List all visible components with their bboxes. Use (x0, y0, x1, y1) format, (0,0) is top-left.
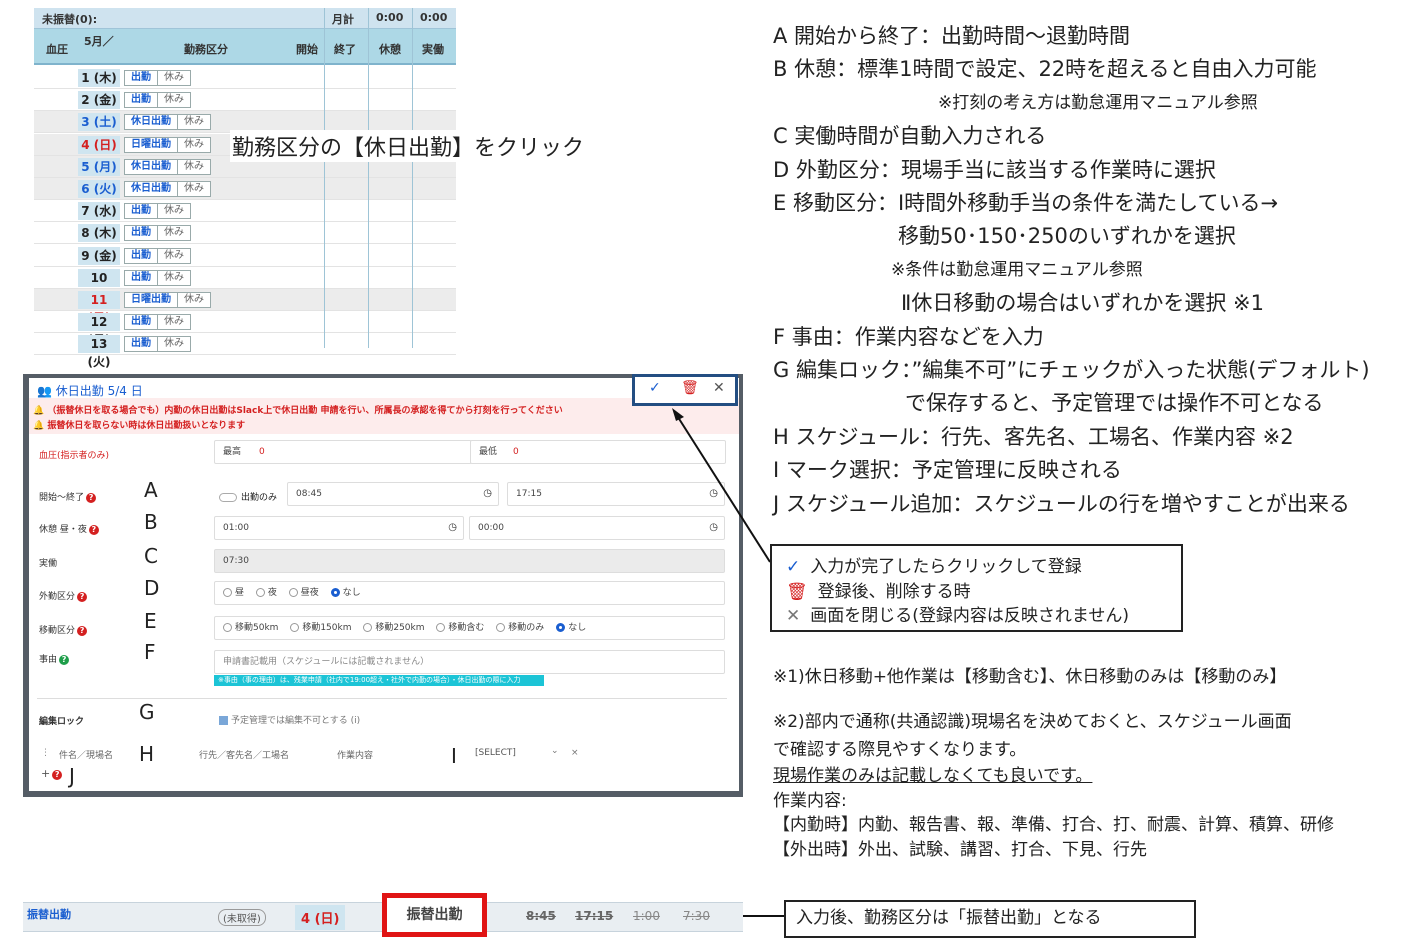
legend-check: ✓ 入力が完了したらクリックして登録 (786, 557, 1082, 577)
bottom-end: 17:15 (575, 909, 614, 923)
bottom-date: 4 (日) (295, 905, 346, 930)
explain-g: G 編集ロック：”編集不可”にチェックが入った状態(デフォルト) (773, 358, 1370, 383)
unobtained-badge: (未取得) (218, 909, 266, 926)
note-2c: 現場作業のみは記載しなくても良いです。 (773, 766, 1093, 786)
bottom-actual: 7:30 (683, 909, 710, 923)
explain-g-2: で保存すると、予定管理では操作不可となる (905, 391, 1324, 416)
explain-b-note: ※打刻の考え方は勤怠運用マニュアル参照 (938, 92, 1258, 113)
explain-e-2: 移動50･150･250のいずれかを選択 (898, 224, 1236, 249)
explain-j: J スケジュール追加：スケジュールの行を増やすことが出来る (773, 491, 1350, 516)
note-2a: ※2)部内で通称(共通認識)現場名を決めておくと、スケジュール画面 (773, 712, 1292, 732)
explain-i: I マーク選択：予定管理に反映される (773, 458, 1122, 483)
work-in: 【内勤時】内勤、報告書、報、準備、打合、打、耐震、計算、積算、研修 (773, 815, 1334, 835)
furikae-label: 振替出勤 (27, 908, 71, 921)
icon-legend: ✓ 入力が完了したらクリックして登録 🗑 登録後、削除する時 ✕ 画面を閉じる(登録内… (770, 544, 1183, 632)
explanation-text: A 開始から終了：出勤時間～退勤時間 B 休憩：標準1時間で設定、22時を超える… (773, 20, 1413, 521)
explain-f: F 事由：作業内容などを入力 (773, 324, 1044, 349)
legend-close: ✕ 画面を閉じる(登録内容は反映されません) (786, 606, 1130, 626)
explain-e-3: Ⅱ休日移動の場合はいずれかを選択 ※1 (901, 291, 1264, 316)
work-out: 【外出時】外出、試験、講習、打合、下見、行先 (773, 840, 1147, 860)
trash-icon: 🗑 (786, 582, 808, 602)
bottom-break: 1:00 (633, 909, 660, 923)
explain-e-note: ※条件は勤怠運用マニュアル参照 (891, 259, 1143, 280)
explain-d: D 外勤区分：現場手当に該当する作業時に選択 (773, 157, 1216, 182)
explain-b: B 休憩：標準1時間で設定、22時を超えると自由入力可能 (773, 57, 1317, 82)
close-icon: ✕ (786, 606, 801, 626)
note-1: ※1)休日移動+他作業は【移動含む】、休日移動のみは【移動のみ】 (773, 667, 1287, 687)
legend-trash: 🗑 登録後、削除する時 (786, 582, 971, 602)
furikae-kubun[interactable]: 振替出勤 (382, 893, 487, 937)
work-label: 作業内容: (773, 791, 847, 811)
explain-e: E 移動区分：Ⅰ時間外移動手当の条件を満たしている→ (773, 191, 1279, 216)
result-note: 入力後、勤務区分は「振替出勤」となる (784, 900, 1196, 938)
note-2b: で確認する際見やすくなります。 (773, 740, 1027, 760)
legend-arrow (675, 413, 771, 563)
explain-a: A 開始から終了：出勤時間～退勤時間 (773, 24, 1131, 48)
bottom-start: 8:45 (526, 909, 556, 923)
explain-c: C 実働時間が自動入力される (773, 124, 1047, 149)
legend-arrowhead (672, 408, 684, 421)
explain-h: H スケジュール：行先、客先名、工場名、作業内容 ※2 (773, 424, 1294, 449)
check-icon: ✓ (786, 557, 801, 577)
